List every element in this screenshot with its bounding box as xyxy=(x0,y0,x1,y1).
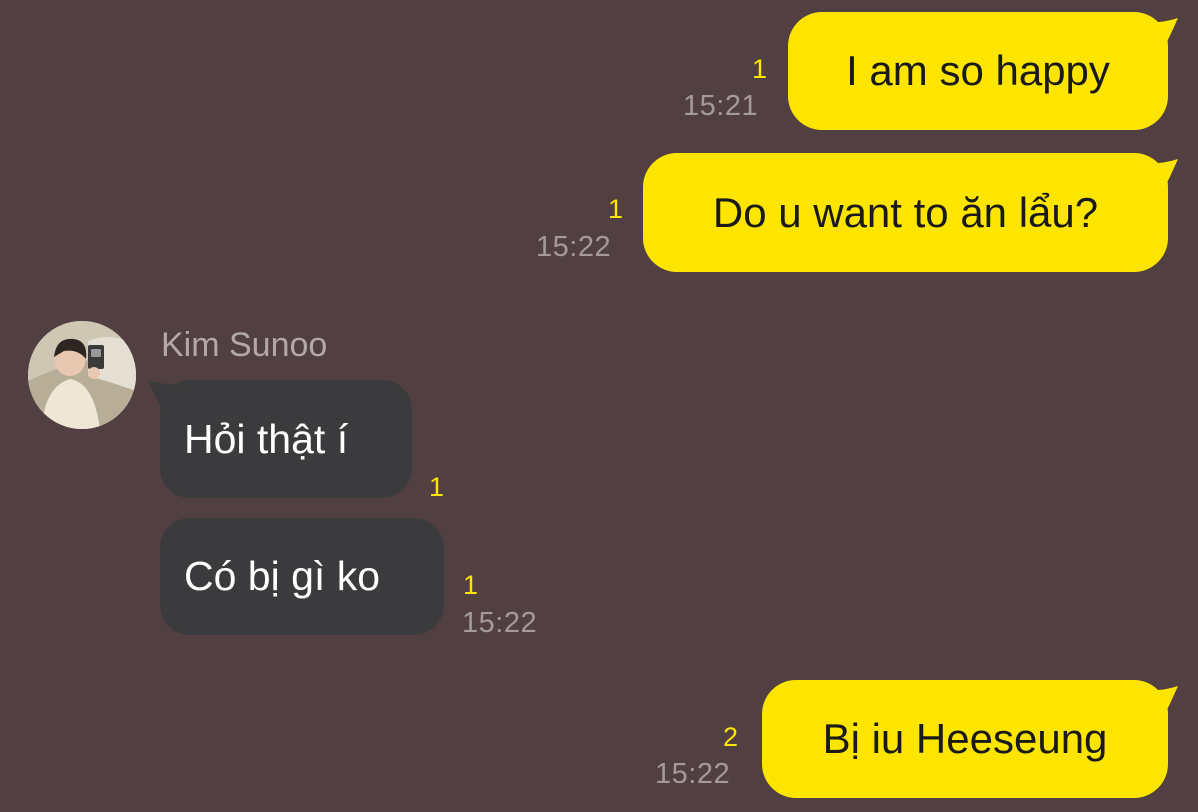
message-time: 15:22 xyxy=(462,607,538,639)
message-bubble-incoming[interactable]: Có bị gì ko xyxy=(160,518,444,635)
unread-count: 1 xyxy=(429,472,445,502)
message-text: I am so happy xyxy=(846,47,1110,94)
bubble-tail xyxy=(1138,159,1178,193)
message-time: 15:22 xyxy=(655,758,731,790)
message-bubble-outgoing[interactable]: I am so happy xyxy=(788,12,1178,130)
message-text: Do u want to ăn lẩu? xyxy=(712,188,1099,236)
unread-count: 1 xyxy=(608,194,624,224)
unread-count: 2 xyxy=(723,722,739,752)
profile-photo-icon xyxy=(28,321,136,429)
bubble-tail xyxy=(148,380,188,414)
message-text: Hỏi thật í xyxy=(184,415,349,462)
unread-count: 1 xyxy=(752,54,768,84)
chat-room: 1 15:21 I am so happy 1 15:22 Do u want … xyxy=(0,0,1198,812)
message-bubble-outgoing[interactable]: Bị iu Heeseung xyxy=(762,680,1178,798)
contact-avatar[interactable] xyxy=(28,321,136,429)
message-time: 15:22 xyxy=(536,231,612,263)
message-bubble-incoming[interactable]: Hỏi thật í xyxy=(148,380,412,498)
sender-name: Kim Sunoo xyxy=(161,326,328,364)
bubble-tail xyxy=(1138,686,1178,720)
unread-count: 1 xyxy=(463,570,479,600)
message-text: Có bị gì ko xyxy=(184,553,380,599)
message-time: 15:21 xyxy=(683,90,759,122)
bubble-tail xyxy=(1138,18,1178,52)
message-text: Bị iu Heeseung xyxy=(822,715,1108,762)
message-bubble-outgoing[interactable]: Do u want to ăn lẩu? xyxy=(643,153,1178,272)
